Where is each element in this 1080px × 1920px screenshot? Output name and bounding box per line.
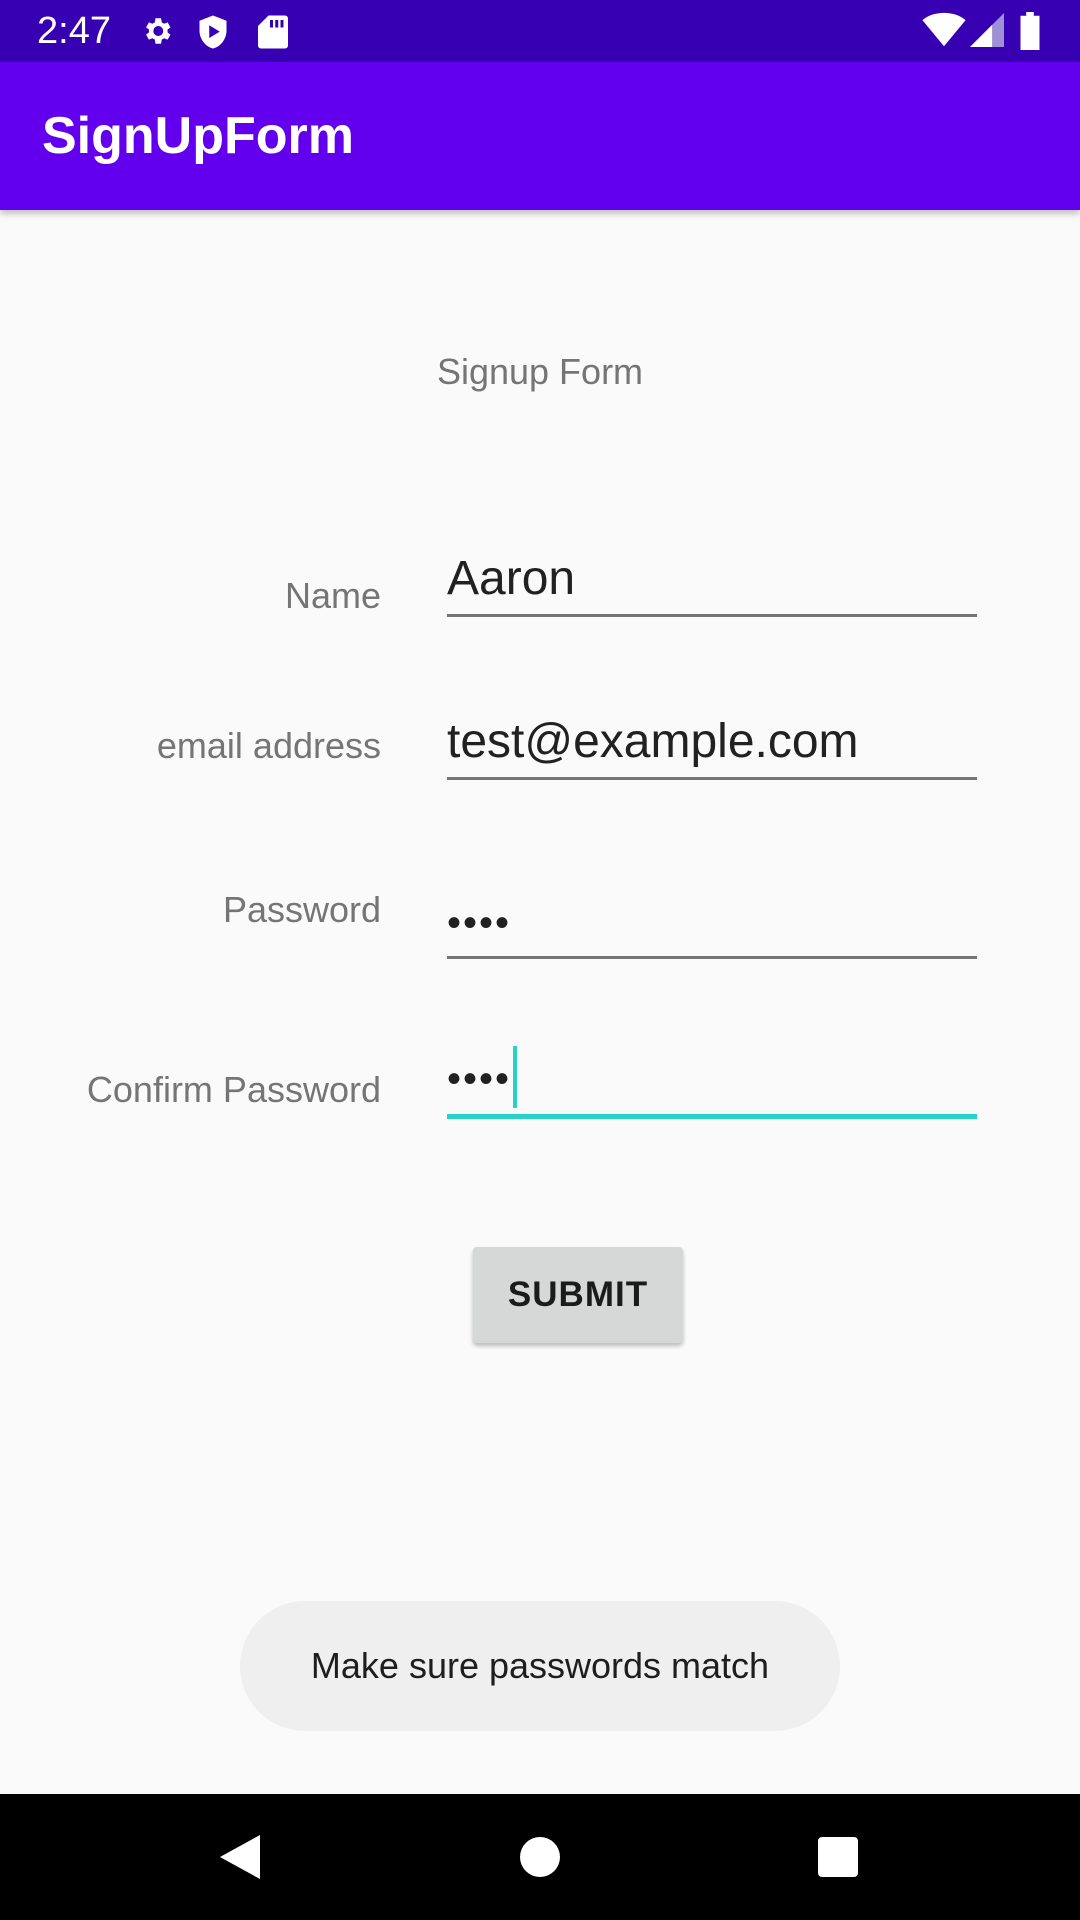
- gear-icon: [140, 14, 174, 48]
- cell-signal-icon: [970, 12, 1004, 48]
- status-time: 2:47: [37, 10, 111, 52]
- password-value: ••••: [447, 901, 512, 945]
- toast-message: Make sure passwords match: [240, 1601, 840, 1731]
- email-field[interactable]: test@example.com: [447, 713, 977, 780]
- back-icon: [220, 1835, 260, 1879]
- shield-play-icon: [197, 14, 229, 50]
- battery-icon: [1018, 12, 1042, 50]
- submit-button[interactable]: SUBMIT: [473, 1247, 683, 1343]
- form-heading: Signup Form: [436, 351, 644, 392]
- recents-button[interactable]: [758, 1794, 918, 1920]
- confirm-password-label: Confirm Password: [86, 1069, 381, 1110]
- home-button[interactable]: [460, 1794, 620, 1920]
- confirm-password-field[interactable]: ••••: [447, 1046, 977, 1120]
- text-cursor: [513, 1046, 518, 1109]
- password-field[interactable]: ••••: [447, 894, 977, 959]
- wifi-icon: [922, 12, 966, 48]
- app-title: SignUpForm: [42, 107, 354, 165]
- name-label: Name: [284, 575, 381, 616]
- home-icon: [520, 1837, 560, 1877]
- nav-bar: [0, 1794, 1080, 1920]
- sd-card-icon: [258, 14, 288, 50]
- name-field[interactable]: Aaron: [447, 550, 977, 617]
- screen: 2:47 SignUpForm Signup Form Name Aaron e…: [0, 0, 1080, 1920]
- app-bar: SignUpForm: [0, 62, 1080, 210]
- email-label: email address: [156, 725, 381, 766]
- confirm-password-value: ••••: [447, 1057, 512, 1101]
- recents-icon: [818, 1837, 858, 1877]
- password-label: Password: [222, 889, 381, 930]
- status-bar: 2:47: [0, 0, 1080, 62]
- back-button[interactable]: [160, 1794, 320, 1920]
